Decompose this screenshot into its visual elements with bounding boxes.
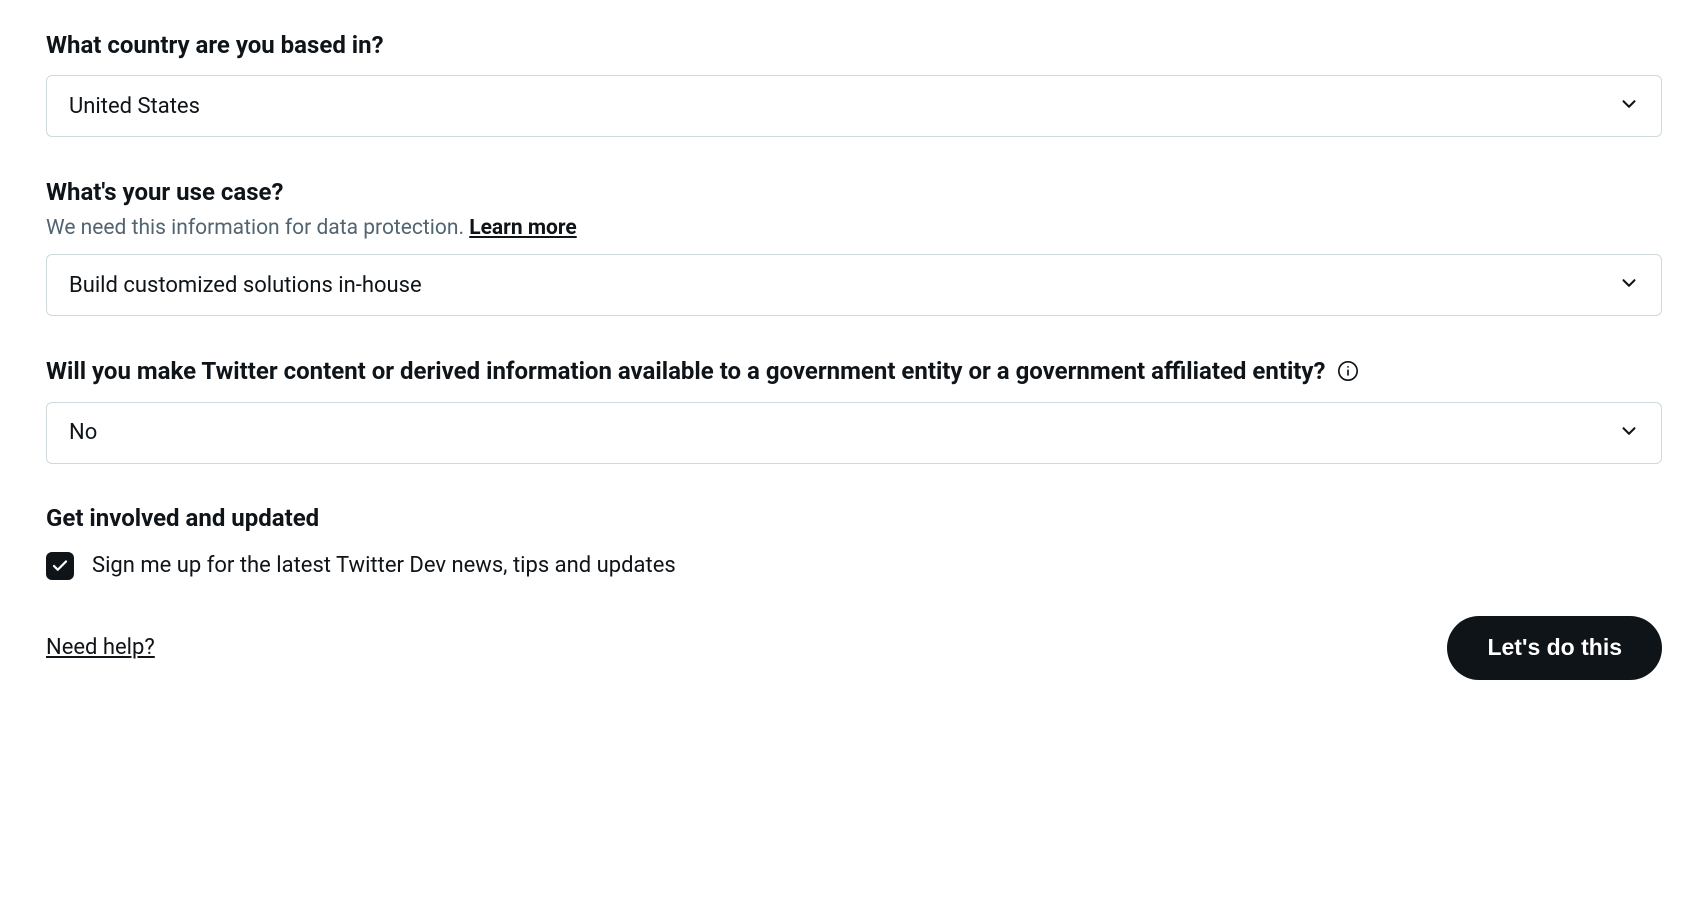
usecase-select-wrapper: Build customized solutions in-house: [46, 254, 1662, 316]
usecase-sublabel: We need this information for data protec…: [46, 216, 464, 240]
info-icon[interactable]: [1337, 360, 1359, 382]
newsletter-checkbox[interactable]: [46, 552, 74, 580]
learn-more-link[interactable]: Learn more: [469, 216, 577, 240]
government-select[interactable]: No: [46, 402, 1662, 464]
country-select-value: United States: [69, 94, 200, 119]
involved-section: Get involved and updated Sign me up for …: [46, 504, 1662, 580]
government-label: Will you make Twitter content or derived…: [46, 357, 1325, 385]
government-select-wrapper: No: [46, 402, 1662, 464]
need-help-link[interactable]: Need help?: [46, 635, 155, 660]
usecase-sublabel-row: We need this information for data protec…: [46, 216, 1662, 240]
government-select-value: No: [69, 420, 97, 445]
usecase-select-value: Build customized solutions in-house: [69, 273, 422, 298]
involved-heading: Get involved and updated: [46, 504, 1662, 532]
usecase-select[interactable]: Build customized solutions in-house: [46, 254, 1662, 316]
submit-button[interactable]: Let's do this: [1447, 616, 1662, 680]
government-label-row: Will you make Twitter content or derived…: [46, 356, 1662, 387]
usecase-form-group: What's your use case? We need this infor…: [46, 177, 1662, 316]
government-form-group: Will you make Twitter content or derived…: [46, 356, 1662, 463]
newsletter-checkbox-row: Sign me up for the latest Twitter Dev ne…: [46, 552, 1662, 580]
country-select-wrapper: United States: [46, 75, 1662, 137]
country-select[interactable]: United States: [46, 75, 1662, 137]
country-label: What country are you based in?: [46, 30, 1662, 61]
newsletter-checkbox-label[interactable]: Sign me up for the latest Twitter Dev ne…: [92, 553, 676, 578]
footer-row: Need help? Let's do this: [46, 616, 1662, 680]
country-form-group: What country are you based in? United St…: [46, 30, 1662, 137]
usecase-label: What's your use case?: [46, 177, 1662, 208]
